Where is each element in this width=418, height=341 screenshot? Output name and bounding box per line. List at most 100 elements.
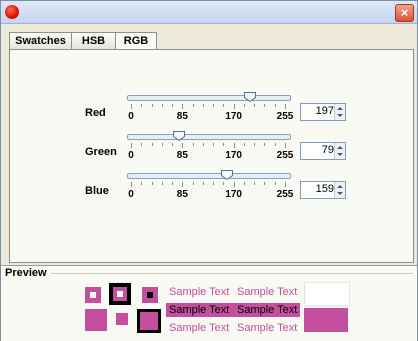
slider-label-blue: Blue: [85, 185, 109, 197]
slider-tick: [213, 143, 214, 146]
slider-tick: [152, 182, 153, 185]
slider-track-blue[interactable]: [127, 173, 291, 179]
slider-tick: [182, 104, 183, 109]
value-spinner-green[interactable]: 79: [300, 142, 346, 160]
slider-tick-label: 255: [276, 189, 294, 200]
slider-tick: [254, 182, 255, 185]
slider-tick: [141, 143, 142, 146]
close-button[interactable]: ×: [395, 4, 414, 22]
value-spinner-red[interactable]: 197: [300, 103, 346, 121]
preview-color-block: [304, 308, 348, 332]
preview-swatch-frame: [137, 309, 161, 333]
slider-tick: [213, 182, 214, 185]
slider-tick: [223, 143, 224, 146]
slider-tick: [264, 182, 265, 185]
slider-tick-label: 0: [128, 150, 134, 161]
spinner-down-icon[interactable]: [337, 114, 343, 117]
preview-section: Preview Sample Text Sample Text Sample T…: [1, 265, 417, 341]
preview-white-block: [304, 282, 350, 306]
slider-tick-label: 0: [128, 189, 134, 200]
spinner-up-icon[interactable]: [337, 185, 343, 188]
slider-label-red: Red: [85, 107, 106, 119]
sample-text-4: Sample Text: [237, 304, 298, 316]
slider-tick: [162, 182, 163, 185]
spinner-up-icon[interactable]: [337, 107, 343, 110]
tab-rgb-label: RGB: [123, 35, 149, 47]
preview-divider: [51, 273, 413, 274]
spinner-up-icon[interactable]: [337, 146, 343, 149]
slider-tick: [162, 104, 163, 107]
sample-spacer: [166, 318, 167, 319]
spinner-value-blue[interactable]: 159: [316, 183, 334, 195]
tab-hsb[interactable]: HSB: [71, 32, 116, 50]
color-chooser-window: × Swatches HSB RGB Red 0 85 170 255 197 Green 0…: [0, 0, 418, 341]
slider-ticks-red: [131, 104, 286, 109]
slider-tick: [182, 143, 183, 148]
slider-thumb-green[interactable]: [172, 131, 185, 141]
preview-swatch-border-fill: [113, 287, 127, 301]
preview-swatch-mini: [116, 313, 128, 325]
slider-tick: [172, 104, 173, 107]
slider-tick: [162, 143, 163, 146]
slider-tick: [285, 104, 286, 109]
slider-tick: [213, 104, 214, 107]
slider-tick: [172, 143, 173, 146]
slider-label-green: Green: [85, 146, 117, 158]
slider-tick-label: 85: [176, 189, 188, 200]
slider-track-green[interactable]: [127, 134, 291, 140]
preview-swatch-small: [85, 287, 101, 303]
slider-tick: [234, 143, 235, 148]
slider-tick-label: 170: [225, 150, 242, 161]
slider-tick: [264, 143, 265, 146]
slider-tick-label: 170: [225, 189, 242, 200]
sample-text-6: Sample Text: [237, 322, 298, 334]
slider-tick: [141, 104, 142, 107]
slider-tick: [285, 182, 286, 187]
tab-swatches-label: Swatches: [15, 35, 66, 47]
spinner-arrows-icon[interactable]: [334, 143, 345, 159]
slider-tick: [131, 182, 132, 187]
slider-tick: [275, 143, 276, 146]
title-bar: ×: [1, 1, 417, 24]
rgb-panel: Red 0 85 170 255 197 Green 0 85 170 255 79 Blue 0 85 17…: [9, 49, 414, 263]
slider-tick: [223, 104, 224, 107]
slider-tick-label: 0: [128, 111, 134, 122]
slider-ticks-green: [131, 143, 286, 148]
slider-tick: [141, 182, 142, 185]
spinner-arrows-icon[interactable]: [334, 104, 345, 120]
tab-swatches[interactable]: Swatches: [9, 32, 72, 50]
spinner-value-red[interactable]: 197: [316, 105, 334, 117]
preview-swatch-border-core: [117, 291, 123, 297]
preview-swatch-fill: [85, 309, 107, 331]
slider-tick-label: 85: [176, 150, 188, 161]
slider-thumb-blue[interactable]: [221, 170, 234, 180]
slider-thumb-red[interactable]: [243, 92, 256, 102]
slider-tick: [203, 104, 204, 107]
tab-hsb-label: HSB: [81, 35, 106, 47]
slider-tick-label: 255: [276, 111, 294, 122]
slider-tick: [275, 182, 276, 185]
value-spinner-blue[interactable]: 159: [300, 181, 346, 199]
slider-tick: [244, 104, 245, 107]
slider-tick: [172, 182, 173, 185]
slider-tick: [182, 182, 183, 187]
slider-tick: [234, 104, 235, 109]
spinner-arrows-icon[interactable]: [334, 182, 345, 198]
spinner-down-icon[interactable]: [337, 192, 343, 195]
spinner-down-icon[interactable]: [337, 153, 343, 156]
slider-tick: [152, 104, 153, 107]
preview-swatch-frame-fill: [140, 312, 158, 330]
slider-tick: [193, 182, 194, 185]
sample-text-3: Sample Text: [169, 304, 230, 316]
slider-tick: [234, 182, 235, 187]
slider-track-red[interactable]: [127, 95, 291, 101]
window-dot-icon: [5, 5, 19, 19]
slider-ticks-blue: [131, 182, 286, 187]
sample-text-1: Sample Text: [169, 286, 230, 298]
preview-title: Preview: [5, 267, 47, 279]
spinner-value-green[interactable]: 79: [322, 144, 334, 156]
slider-tick: [152, 143, 153, 146]
slider-tick: [193, 104, 194, 107]
slider-tick: [254, 104, 255, 107]
slider-tick: [193, 143, 194, 146]
